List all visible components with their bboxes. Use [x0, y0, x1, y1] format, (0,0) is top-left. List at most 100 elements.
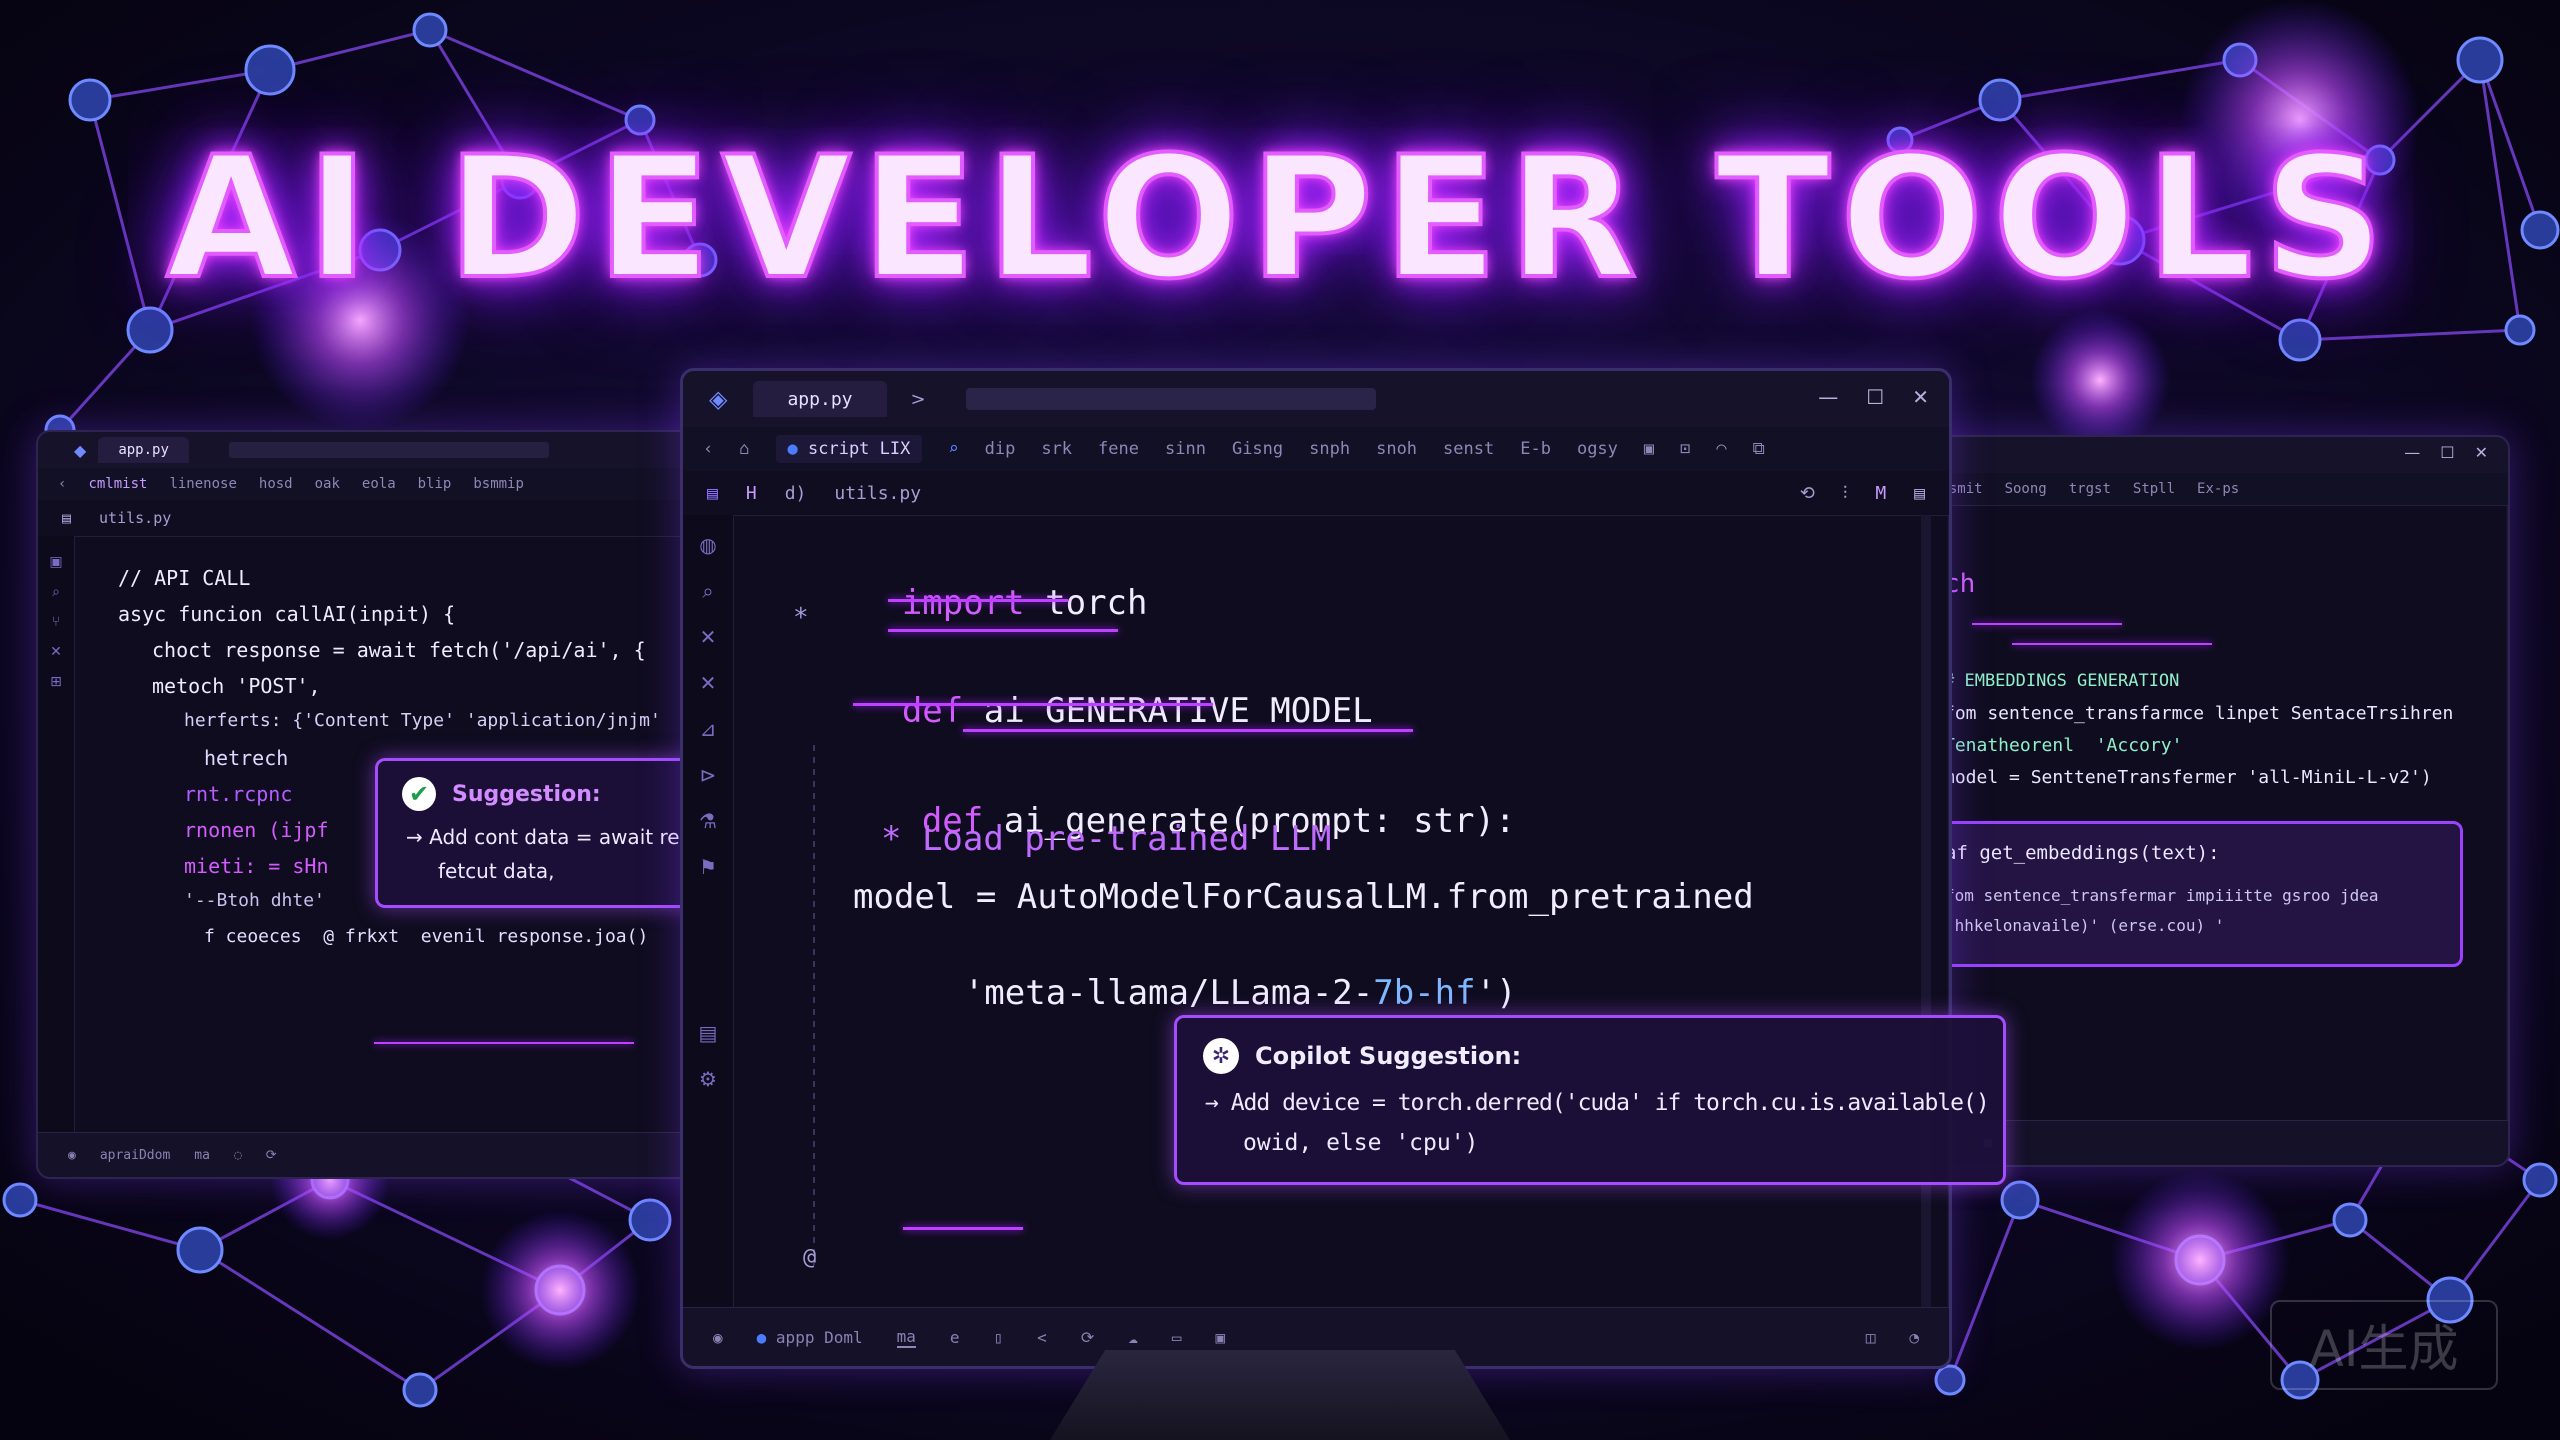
scrollbar[interactable]: [1921, 515, 1931, 1308]
home-icon[interactable]: ⌂: [739, 439, 749, 459]
toolbar-item[interactable]: snoh: [1376, 439, 1417, 459]
share-icon[interactable]: <: [1037, 1328, 1047, 1347]
account-icon[interactable]: ▤: [699, 1021, 718, 1045]
status-item[interactable]: ma: [896, 1327, 916, 1348]
code-line: mieti: = sHn: [184, 854, 329, 878]
toolbar-item[interactable]: Gisng: [1232, 439, 1283, 459]
toolbar-item[interactable]: cmlmist: [88, 476, 147, 492]
layout-icon[interactable]: ▣: [1644, 439, 1654, 459]
toolbar-item-script[interactable]: ● script LIX: [775, 435, 923, 463]
test-icon[interactable]: ⚗: [699, 809, 717, 833]
toolbar-item[interactable]: E-b: [1520, 439, 1551, 459]
tab-app-py[interactable]: app.py: [98, 437, 189, 463]
toolbar-item[interactable]: senst: [1443, 439, 1494, 459]
maximize-icon[interactable]: ☐: [1866, 385, 1884, 409]
path-item[interactable]: d): [785, 483, 807, 504]
refresh-icon[interactable]: ⟲: [1800, 483, 1815, 504]
path-item[interactable]: utils.py: [834, 483, 921, 504]
explorer-icon[interactable]: ▣: [49, 554, 62, 570]
toolbar-item[interactable]: dip: [985, 439, 1016, 459]
search-icon[interactable]: ⌕: [702, 579, 713, 603]
status-item[interactable]: apraiDdom: [100, 1148, 170, 1163]
toolbar-item[interactable]: eola: [362, 476, 396, 492]
minimize-icon[interactable]: —: [2404, 443, 2420, 462]
toolbar-item[interactable]: snph: [1309, 439, 1350, 459]
toolbar-item[interactable]: ogsy: [1577, 439, 1618, 459]
toolbar-item[interactable]: bsmmip: [473, 476, 524, 492]
left-pathbar: ▤ utils.py: [38, 500, 758, 537]
toolbar-item[interactable]: Soong: [2005, 481, 2047, 497]
code-line: '--Btoh dhte': [184, 890, 325, 911]
debug-icon[interactable]: ✕: [50, 644, 62, 660]
popup-title: Copilot Suggestion:: [1255, 1042, 1522, 1070]
close-icon[interactable]: ✕: [1912, 385, 1929, 409]
center-activity-bar: ◍ ⌕ ✕ ✕ ⊿ ⊳ ⚗ ⚑ ▤ ⚙: [683, 515, 734, 1308]
menu-icon[interactable]: ▤: [1914, 483, 1925, 504]
tab-app-py[interactable]: app.py: [753, 381, 887, 417]
path-label[interactable]: utils.py: [99, 509, 171, 527]
code-line: Tenatheorenl 'Accory': [1944, 735, 2183, 756]
minimize-icon[interactable]: —: [1818, 385, 1838, 409]
bell-icon[interactable]: ◌: [234, 1148, 242, 1163]
account-icon[interactable]: ◉: [713, 1328, 723, 1347]
command-search[interactable]: [965, 388, 1376, 410]
headset-icon[interactable]: ◠: [1716, 439, 1726, 459]
git-icon[interactable]: ⑂: [52, 614, 60, 630]
back-icon[interactable]: ‹: [58, 476, 66, 492]
toolbar-item[interactable]: oak: [315, 476, 340, 492]
status-item[interactable]: e: [950, 1328, 960, 1347]
code-line: rnonen (ijpf: [184, 818, 329, 842]
left-statusbar: ◉ apraiDdom ma ◌ ⟳: [38, 1132, 758, 1177]
debug-icon[interactable]: ✕: [700, 671, 717, 695]
maximize-icon[interactable]: ☐: [2440, 443, 2454, 462]
status-item[interactable]: ● appp Doml: [757, 1328, 863, 1347]
squiggle-underline: [374, 1042, 634, 1044]
left-titlebar: ◆ app.py: [38, 432, 758, 469]
toolbar-item[interactable]: fene: [1098, 439, 1139, 459]
right-toolbar: fesmit Soong trgst Stpll Ex-ps: [1912, 473, 2508, 506]
bell-icon[interactable]: ▯: [994, 1328, 1004, 1347]
center-code-editor[interactable]: import torch * def ai GENERATIVE MODEL d…: [733, 515, 1949, 1308]
tab-more-icon[interactable]: >: [911, 389, 926, 410]
toolbar-item[interactable]: sinn: [1165, 439, 1206, 459]
settings-icon[interactable]: ⚙: [699, 1067, 717, 1091]
run-icon[interactable]: ⊳: [700, 763, 717, 787]
window-controls: — ☐ ✕: [2404, 443, 2488, 462]
explorer-icon[interactable]: ◍: [699, 533, 716, 557]
account-icon[interactable]: ◉: [68, 1148, 76, 1163]
cloud-icon[interactable]: ☁: [1128, 1328, 1138, 1347]
status-item[interactable]: ma: [194, 1148, 210, 1163]
extensions-icon[interactable]: ⊞: [50, 674, 62, 690]
toolbar-item[interactable]: srk: [1041, 439, 1072, 459]
split-icon[interactable]: ⫶: [1843, 483, 1848, 504]
back-icon[interactable]: ‹: [703, 439, 713, 459]
search-icon[interactable]: ⌕: [52, 584, 60, 600]
close-icon[interactable]: ✕: [2475, 443, 2488, 462]
toolbar-item[interactable]: Ex-ps: [2197, 481, 2239, 497]
sync-icon[interactable]: ⟳: [1081, 1328, 1094, 1347]
search-icon[interactable]: ⌕: [948, 439, 958, 459]
notifications-icon[interactable]: ◔: [1909, 1328, 1919, 1347]
folder-icon[interactable]: ▭: [1172, 1328, 1182, 1347]
extensions-icon[interactable]: ⊿: [700, 717, 717, 741]
toolbar-item[interactable]: trgst: [2069, 481, 2111, 497]
copilot-suggestion-popup[interactable]: ✲ Copilot Suggestion: → Add device = tor…: [1174, 1015, 2006, 1185]
remote-icon[interactable]: ⚑: [699, 855, 717, 879]
toolbar-item[interactable]: Stpll: [2133, 481, 2175, 497]
sync-icon[interactable]: ⟳: [266, 1148, 277, 1163]
feedback-icon[interactable]: ◫: [1866, 1328, 1876, 1347]
copy-icon[interactable]: ⧉: [1753, 439, 1765, 459]
chat-icon[interactable]: ▣: [1216, 1328, 1226, 1347]
git-icon[interactable]: ✕: [700, 625, 717, 649]
lock-icon[interactable]: ⊡: [1680, 439, 1690, 459]
toolbar-item[interactable]: blip: [418, 476, 452, 492]
ai-generated-watermark: AI生成: [2270, 1300, 2498, 1390]
path-item[interactable]: H: [746, 483, 757, 504]
toolbar-item[interactable]: linenose: [169, 476, 236, 492]
code-line: fom sentence_transfermar impiiitte gsroo…: [1945, 886, 2379, 905]
copilot-icon[interactable]: M: [1875, 483, 1886, 504]
left-toolbar: ‹ cmlmist linenose hosd oak eola blip bs…: [38, 468, 758, 501]
squiggle-underline: [888, 599, 1068, 602]
toolbar-item[interactable]: hosd: [259, 476, 293, 492]
left-title-search[interactable]: [228, 442, 549, 458]
